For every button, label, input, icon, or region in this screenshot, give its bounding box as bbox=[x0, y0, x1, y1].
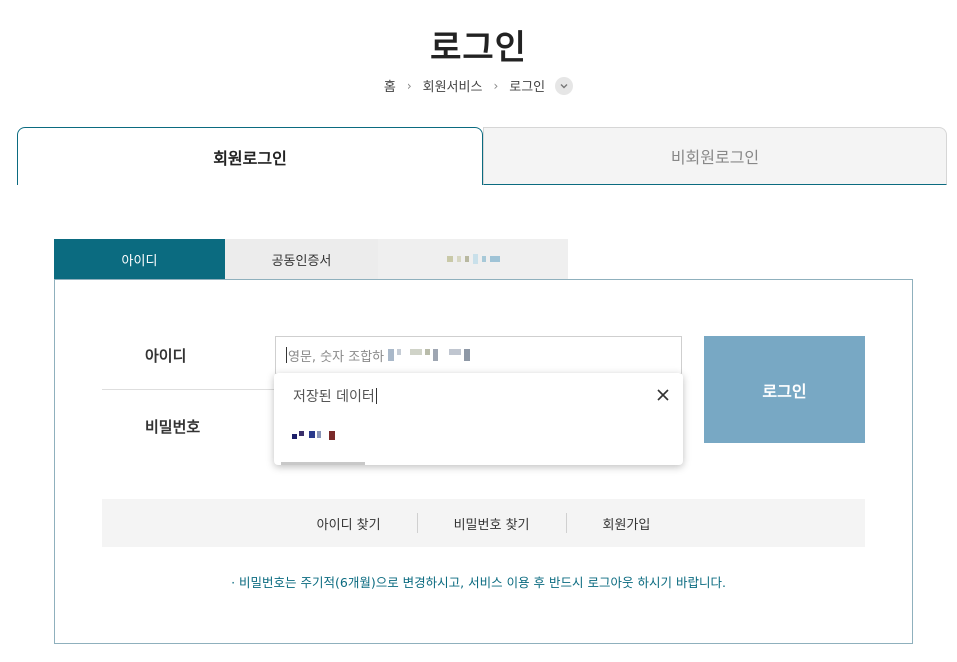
tab-id-login-label: 아이디 bbox=[121, 253, 158, 269]
tab-guest-login-label: 비회원로그인 bbox=[670, 148, 760, 167]
tab-certificate-login[interactable]: 공동인증서 bbox=[225, 239, 378, 279]
tab-certificate-login-label: 공동인증서 bbox=[271, 253, 332, 269]
account-links: 아이디 찾기 비밀번호 찾기 회원가입 bbox=[102, 499, 865, 547]
tab-other-login[interactable] bbox=[378, 239, 568, 279]
autocomplete-dropdown: 저장된 데이터 bbox=[274, 373, 683, 465]
login-method-tabs: 아이디 공동인증서 bbox=[54, 239, 568, 279]
text-caret bbox=[286, 347, 287, 363]
autocomplete-title: 저장된 데이터 bbox=[293, 389, 375, 405]
obscured-label bbox=[446, 254, 500, 264]
breadcrumb-member-service[interactable]: 회원서비스 bbox=[423, 76, 483, 95]
login-button[interactable]: 로그인 bbox=[704, 336, 865, 443]
autocomplete-saved-item[interactable] bbox=[292, 431, 335, 440]
password-notice: · 비밀번호는 주기적(6개월)으로 변경하시고, 서비스 이용 후 반드시 로… bbox=[231, 575, 726, 590]
id-input-placeholder: 영문, 숫자 조합하 bbox=[288, 349, 385, 365]
id-input[interactable]: 영문, 숫자 조합하 bbox=[275, 336, 682, 374]
breadcrumb-login[interactable]: 로그인 bbox=[509, 76, 545, 95]
signup-link[interactable]: 회원가입 bbox=[567, 514, 687, 533]
breadcrumb-home[interactable]: 홈 bbox=[384, 76, 396, 95]
find-password-link[interactable]: 비밀번호 찾기 bbox=[418, 514, 566, 533]
page-title: 로그인 bbox=[430, 28, 527, 68]
find-id-link[interactable]: 아이디 찾기 bbox=[281, 514, 417, 533]
tab-guest-login[interactable]: 비회원로그인 bbox=[483, 127, 947, 185]
password-label: 비밀번호 bbox=[145, 418, 201, 436]
chevron-down-icon[interactable] bbox=[555, 76, 574, 95]
tab-id-login[interactable]: 아이디 bbox=[54, 239, 225, 279]
chevron-right-icon: › bbox=[493, 78, 499, 93]
autocomplete-header: 저장된 데이터 bbox=[293, 386, 377, 406]
id-label: 아이디 bbox=[145, 347, 187, 365]
chevron-right-icon: › bbox=[406, 78, 412, 93]
autocomplete-scrollbar[interactable] bbox=[281, 462, 365, 465]
tab-member-login[interactable]: 회원로그인 bbox=[17, 127, 483, 185]
close-icon[interactable] bbox=[655, 387, 671, 403]
main-tabs: 회원로그인 비회원로그인 bbox=[17, 127, 947, 185]
text-caret bbox=[375, 388, 377, 404]
obscured-placeholder bbox=[388, 349, 471, 361]
tab-member-login-label: 회원로그인 bbox=[213, 148, 287, 168]
breadcrumb: 홈 › 회원서비스 › 로그인 bbox=[0, 76, 957, 95]
